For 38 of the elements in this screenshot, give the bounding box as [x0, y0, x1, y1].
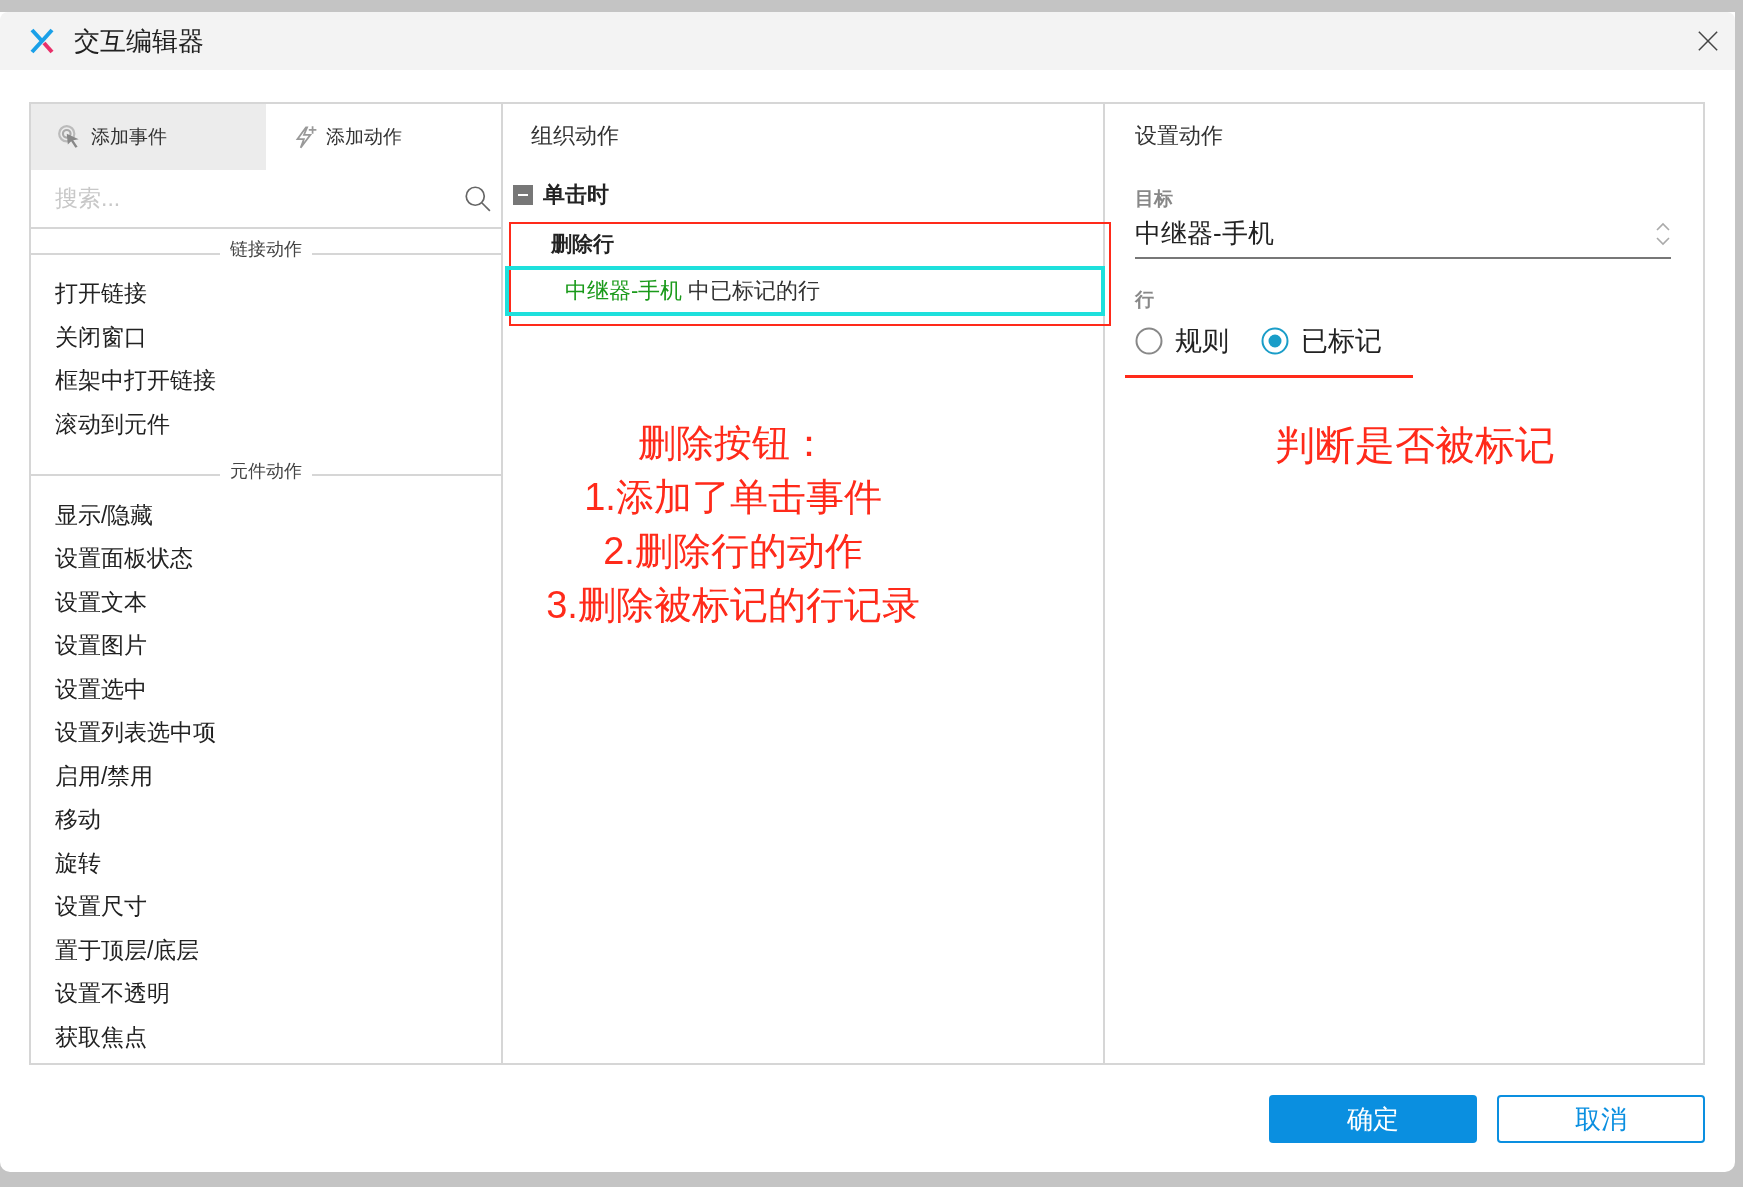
action-item[interactable]: 启用/禁用	[55, 754, 501, 798]
action-item[interactable]: 设置列表选中项	[55, 711, 501, 755]
field-label: 行	[1135, 288, 1155, 312]
panel-title: 设置动作	[1135, 122, 1224, 150]
radio-button[interactable]	[1261, 327, 1289, 355]
action-item[interactable]: 设置不透明	[55, 972, 501, 1016]
action-label[interactable]: 删除行	[511, 230, 1109, 258]
action-item[interactable]: 置于顶层/底层	[55, 928, 501, 972]
action-item[interactable]: 显示/隐藏	[55, 493, 501, 537]
field-label: 目标	[1135, 187, 1174, 211]
up-down-chevron-icon	[1655, 220, 1671, 247]
window-title: 交互编辑器	[74, 24, 205, 58]
action-item[interactable]: 设置选中	[55, 667, 501, 711]
action-item[interactable]: 关闭窗口	[55, 315, 501, 360]
action-item[interactable]: 设置尺寸	[55, 885, 501, 929]
annotation-text: 判断是否被标记	[1274, 422, 1556, 469]
action-item[interactable]: 获取焦点	[55, 1015, 501, 1059]
action-item[interactable]: 旋转	[55, 841, 501, 885]
tab[interactable]: 添加事件	[31, 104, 266, 170]
action-item[interactable]: 设置面板状态	[55, 537, 501, 581]
action-item[interactable]: 框架中打开链接	[55, 359, 501, 403]
radio-label[interactable]: 已标记	[1301, 323, 1382, 359]
action-item[interactable]: 设置图片	[55, 624, 501, 668]
panel-title: 组织动作	[530, 122, 620, 150]
radio-label[interactable]: 规则	[1175, 323, 1229, 359]
event-label[interactable]: 单击时	[543, 180, 609, 210]
radio-button[interactable]	[1135, 327, 1163, 355]
close-icon[interactable]	[1697, 30, 1719, 52]
collapse-toggle-icon[interactable]	[513, 185, 533, 205]
action-item[interactable]: 移动	[55, 798, 501, 842]
search-icon	[464, 184, 491, 212]
annotation-text: 删除按钮： 1.添加了单击事件 2.删除行的动作 3.删除被标记的行记录	[545, 421, 921, 628]
action-detail-row[interactable]: 中继器-手机 中已标记的行	[505, 266, 1105, 316]
target-select[interactable]: 中继器-手机	[1135, 212, 1671, 259]
action-item[interactable]: 滚动到元件	[55, 402, 501, 447]
action-item[interactable]: 设置文本	[55, 580, 501, 624]
action-item[interactable]: 打开链接	[55, 272, 501, 316]
logo-icon	[30, 28, 54, 54]
